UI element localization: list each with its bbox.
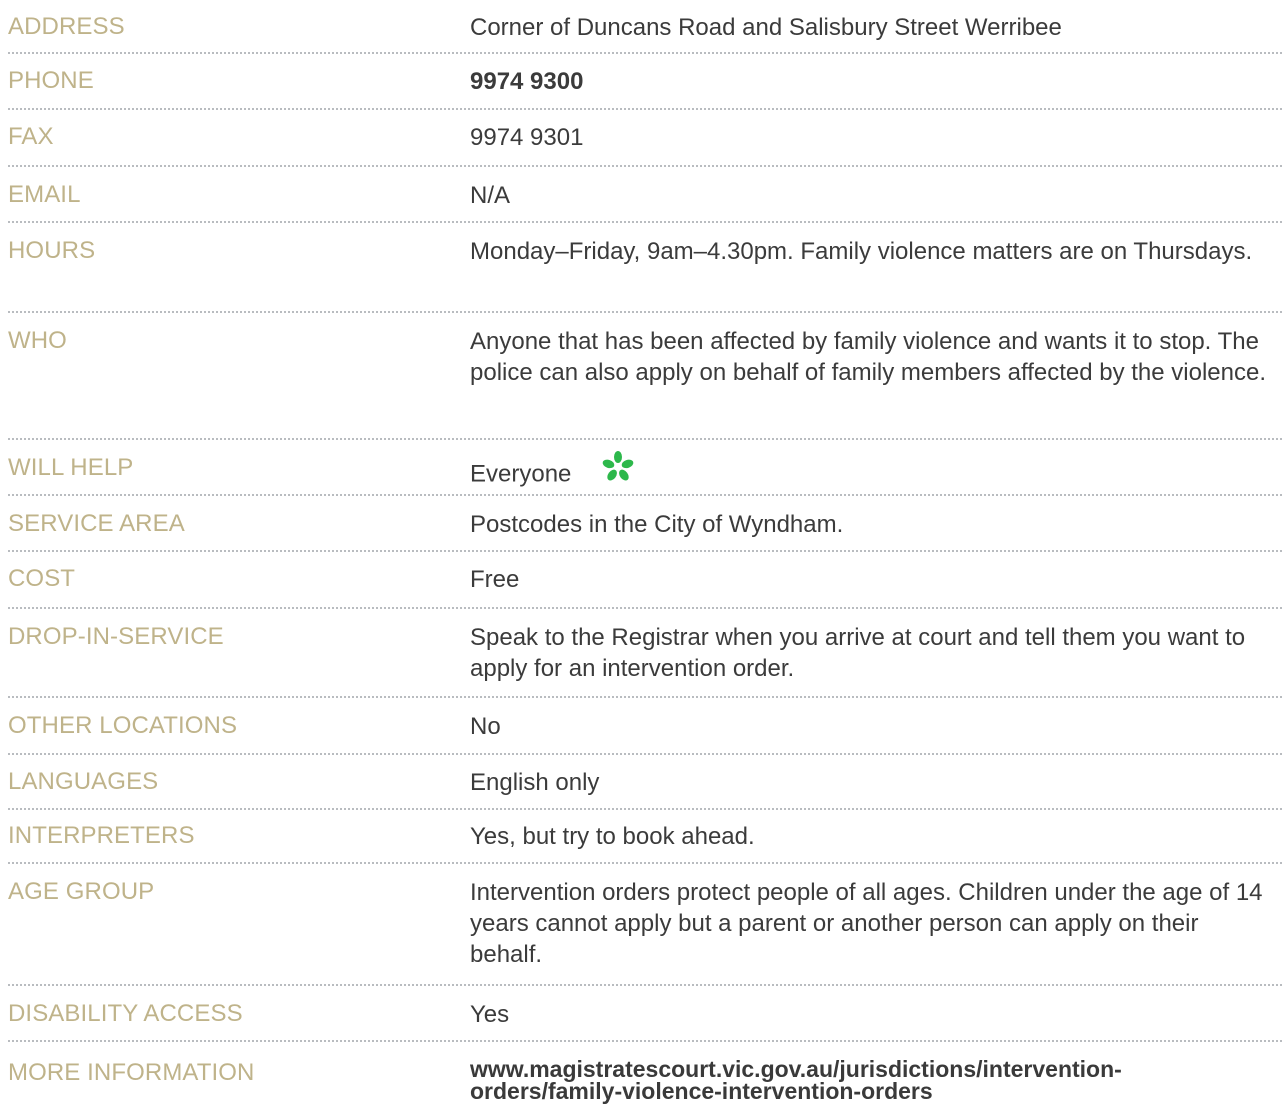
address-label: ADDRESS xyxy=(8,13,125,40)
row-interpreters: INTERPRETERS Yes, but try to book ahead. xyxy=(8,810,1282,864)
phone-value: 9974 9300 xyxy=(470,68,584,95)
email-label: EMAIL xyxy=(8,181,81,208)
hours-label: HOURS xyxy=(8,237,96,264)
row-hours: HOURS Monday–Friday, 9am–4.30pm. Family … xyxy=(8,223,1282,313)
will-help-label: WILL HELP xyxy=(8,454,134,481)
hours-value: Monday–Friday, 9am–4.30pm. Family violen… xyxy=(470,238,1253,265)
languages-value: English only xyxy=(470,769,600,796)
service-info-table: ADDRESS Corner of Duncans Road and Salis… xyxy=(8,0,1282,1103)
row-disability-access: DISABILITY ACCESS Yes xyxy=(8,986,1282,1042)
age-group-value: Intervention orders protect people of al… xyxy=(470,879,1263,968)
row-other-locations: OTHER LOCATIONS No xyxy=(8,698,1282,755)
disability-access-value: Yes xyxy=(470,1001,510,1028)
other-locations-label: OTHER LOCATIONS xyxy=(8,712,238,739)
row-drop-in: DROP-IN-SERVICE Speak to the Registrar w… xyxy=(8,609,1282,698)
other-locations-value: No xyxy=(470,713,501,740)
age-group-label: AGE GROUP xyxy=(8,878,155,905)
row-who: WHO Anyone that has been affected by fam… xyxy=(8,313,1282,440)
interpreters-label: INTERPRETERS xyxy=(8,822,195,849)
address-value: Corner of Duncans Road and Salisbury Str… xyxy=(470,14,1062,41)
row-more-information: MORE INFORMATION www.magistratescourt.vi… xyxy=(8,1042,1282,1103)
disability-access-label: DISABILITY ACCESS xyxy=(8,1000,243,1027)
cost-value: Free xyxy=(470,566,520,593)
drop-in-value: Speak to the Registrar when you arrive a… xyxy=(470,624,1246,682)
row-will-help: WILL HELP Everyone xyxy=(8,440,1282,496)
more-information-label: MORE INFORMATION xyxy=(8,1059,255,1086)
row-age-group: AGE GROUP Intervention orders protect pe… xyxy=(8,864,1282,986)
fax-label: FAX xyxy=(8,123,54,150)
service-area-label: SERVICE AREA xyxy=(8,510,185,537)
row-languages: LANGUAGES English only xyxy=(8,755,1282,810)
fax-value: 9974 9301 xyxy=(470,124,584,151)
row-phone: PHONE 9974 9300 xyxy=(8,54,1282,110)
will-help-text: Everyone xyxy=(470,460,572,488)
everyone-flower-icon xyxy=(600,449,636,493)
row-fax: FAX 9974 9301 xyxy=(8,110,1282,167)
will-help-value: Everyone xyxy=(470,451,1282,497)
cost-label: COST xyxy=(8,565,76,592)
who-value: Anyone that has been affected by family … xyxy=(470,328,1267,386)
interpreters-value: Yes, but try to book ahead. xyxy=(470,823,755,850)
service-area-value: Postcodes in the City of Wyndham. xyxy=(470,511,844,538)
row-email: EMAIL N/A xyxy=(8,167,1282,223)
row-service-area: SERVICE AREA Postcodes in the City of Wy… xyxy=(8,496,1282,552)
drop-in-label: DROP-IN-SERVICE xyxy=(8,623,224,650)
row-address: ADDRESS Corner of Duncans Road and Salis… xyxy=(8,0,1282,54)
row-cost: COST Free xyxy=(8,552,1282,609)
languages-label: LANGUAGES xyxy=(8,768,159,795)
phone-label: PHONE xyxy=(8,67,94,94)
email-value: N/A xyxy=(470,182,511,209)
who-label: WHO xyxy=(8,327,67,354)
more-information-link[interactable]: www.magistratescourt.vic.gov.au/jurisdic… xyxy=(470,1058,1282,1103)
